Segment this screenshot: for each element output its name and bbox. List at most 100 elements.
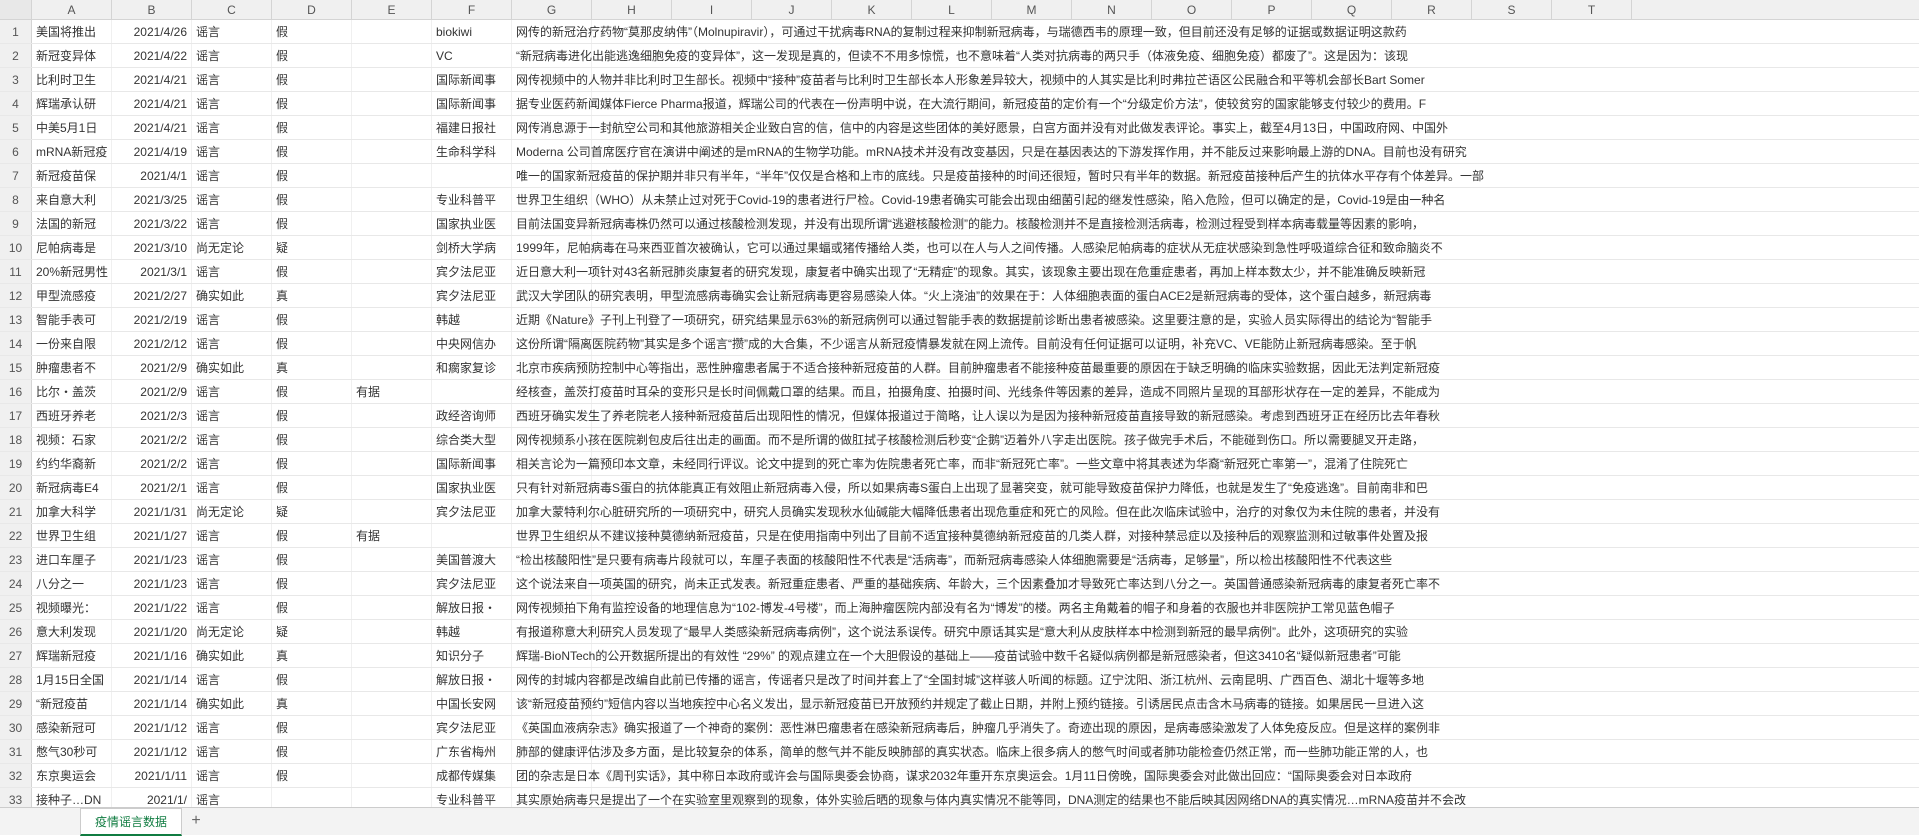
cell[interactable]: 假 [272, 164, 352, 187]
cell[interactable]: 甲型流感疫 [32, 284, 112, 307]
cell[interactable]: 2021/1/23 [112, 548, 192, 571]
cell[interactable]: 2021/2/1 [112, 476, 192, 499]
column-header-K[interactable]: K [832, 0, 912, 19]
cell[interactable] [272, 788, 352, 807]
cell[interactable]: 宾夕法尼亚 [432, 500, 512, 523]
cell[interactable]: 中美5月1日 [32, 116, 112, 139]
cell[interactable]: 谣言 [192, 380, 272, 403]
cell[interactable] [352, 260, 432, 283]
cell[interactable]: 来自意大利 [32, 188, 112, 211]
cell[interactable]: 东京奥运会 [32, 764, 112, 787]
cell[interactable]: 2021/1/20 [112, 620, 192, 643]
cell[interactable]: 2021/3/22 [112, 212, 192, 235]
cell[interactable] [352, 20, 432, 43]
cell[interactable]: 2021/1/14 [112, 668, 192, 691]
cell[interactable]: 谣言 [192, 524, 272, 547]
cell[interactable]: 辉瑞-BioNTech的公开数据所提出的有效性 “29%” 的观点建立在一个大胆… [512, 644, 592, 667]
cell[interactable] [352, 716, 432, 739]
cell[interactable]: 北京市疾病预防控制中心等指出，恶性肿瘤患者属于不适合接种新冠疫苗的人群。目前肿瘤… [512, 356, 592, 379]
cell[interactable]: 谣言 [192, 44, 272, 67]
cell[interactable]: 假 [272, 68, 352, 91]
cell[interactable]: 谣言 [192, 428, 272, 451]
cell[interactable] [352, 116, 432, 139]
cell[interactable] [352, 44, 432, 67]
cell[interactable]: 2021/2/19 [112, 308, 192, 331]
column-header-A[interactable]: A [32, 0, 112, 19]
cell[interactable]: 谣言 [192, 596, 272, 619]
row-header[interactable]: 7 [0, 164, 32, 187]
cell[interactable]: 国家执业医 [432, 212, 512, 235]
cell[interactable]: “新冠疫苗 [32, 692, 112, 715]
cell[interactable]: 假 [272, 92, 352, 115]
cell[interactable]: 谣言 [192, 164, 272, 187]
column-header-J[interactable]: J [752, 0, 832, 19]
cell[interactable]: 西班牙养老 [32, 404, 112, 427]
row-header[interactable]: 27 [0, 644, 32, 667]
cell[interactable]: 2021/1/27 [112, 524, 192, 547]
cell[interactable]: 世界卫生组织从不建议接种莫德纳新冠疫苗，只是在使用指南中列出了目前不适宜接种莫德… [512, 524, 592, 547]
row-header[interactable]: 19 [0, 452, 32, 475]
cell[interactable]: 中央网信办 [432, 332, 512, 355]
cell[interactable]: 视频曝光： [32, 596, 112, 619]
cell[interactable]: 宾夕法尼亚 [432, 572, 512, 595]
column-header-T[interactable]: T [1552, 0, 1632, 19]
cell[interactable]: 谣言 [192, 668, 272, 691]
cell[interactable]: 比尔・盖茨 [32, 380, 112, 403]
cell[interactable]: 专业科普平 [432, 188, 512, 211]
cell[interactable]: 生命科学科 [432, 140, 512, 163]
cell[interactable]: 剑桥大学病 [432, 236, 512, 259]
cell[interactable]: biokiwi [432, 20, 512, 43]
cell[interactable]: 假 [272, 716, 352, 739]
cell[interactable]: 真 [272, 356, 352, 379]
cell[interactable]: 假 [272, 476, 352, 499]
cell[interactable] [352, 764, 432, 787]
cell[interactable]: 疑 [272, 236, 352, 259]
column-header-L[interactable]: L [912, 0, 992, 19]
cell[interactable]: 2021/1/22 [112, 596, 192, 619]
cell[interactable]: 2021/1/23 [112, 572, 192, 595]
row-header[interactable]: 31 [0, 740, 32, 763]
cell[interactable]: 综合类大型 [432, 428, 512, 451]
cell[interactable]: 比利时卫生 [32, 68, 112, 91]
column-header-C[interactable]: C [192, 0, 272, 19]
cell[interactable]: 谣言 [192, 212, 272, 235]
cell[interactable]: 国家执业医 [432, 476, 512, 499]
cell[interactable]: 疑 [272, 620, 352, 643]
cell[interactable]: 谣言 [192, 476, 272, 499]
cell[interactable]: 2021/1/16 [112, 644, 192, 667]
row-header[interactable]: 18 [0, 428, 32, 451]
cell[interactable]: 假 [272, 764, 352, 787]
cell[interactable]: 这个说法来自一项英国的研究，尚未正式发表。新冠重症患者、严重的基础疾病、年龄大，… [512, 572, 592, 595]
cell[interactable]: 谣言 [192, 764, 272, 787]
cell[interactable]: 假 [272, 428, 352, 451]
row-header[interactable]: 16 [0, 380, 32, 403]
cell[interactable]: 真 [272, 692, 352, 715]
row-header[interactable]: 8 [0, 188, 32, 211]
cell[interactable]: 假 [272, 212, 352, 235]
row-header[interactable]: 33 [0, 788, 32, 807]
cell[interactable]: 谣言 [192, 716, 272, 739]
row-header[interactable]: 2 [0, 44, 32, 67]
cell[interactable]: 假 [272, 44, 352, 67]
cell[interactable] [352, 188, 432, 211]
cell[interactable] [432, 164, 512, 187]
cell[interactable]: 只有针对新冠病毒S蛋白的抗体能真正有效阻止新冠病毒入侵，所以如果病毒S蛋白上出现… [512, 476, 592, 499]
cell[interactable]: 美国将推出 [32, 20, 112, 43]
cell[interactable]: 2021/1/12 [112, 716, 192, 739]
row-header[interactable]: 24 [0, 572, 32, 595]
cell[interactable]: 唯一的国家新冠疫苗的保护期并非只有半年，“半年”仅仅是合格和上市的底线。只是疫苗… [512, 164, 592, 187]
cell[interactable]: 一份来自限 [32, 332, 112, 355]
row-header[interactable]: 11 [0, 260, 32, 283]
cell[interactable]: 2021/4/21 [112, 92, 192, 115]
cell[interactable]: 广东省梅州 [432, 740, 512, 763]
cell[interactable]: 1999年，尼帕病毒在马来西亚首次被确认，它可以通过果蝠或猪传播给人类，也可以在… [512, 236, 592, 259]
row-header[interactable]: 21 [0, 500, 32, 523]
cell[interactable]: 肿瘤患者不 [32, 356, 112, 379]
cell[interactable]: 美国普渡大 [432, 548, 512, 571]
cell[interactable]: 假 [272, 452, 352, 475]
row-header[interactable]: 23 [0, 548, 32, 571]
cell[interactable]: 专业科普平 [432, 788, 512, 807]
cell[interactable] [352, 548, 432, 571]
cell[interactable]: 确实如此 [192, 284, 272, 307]
cell[interactable] [352, 68, 432, 91]
